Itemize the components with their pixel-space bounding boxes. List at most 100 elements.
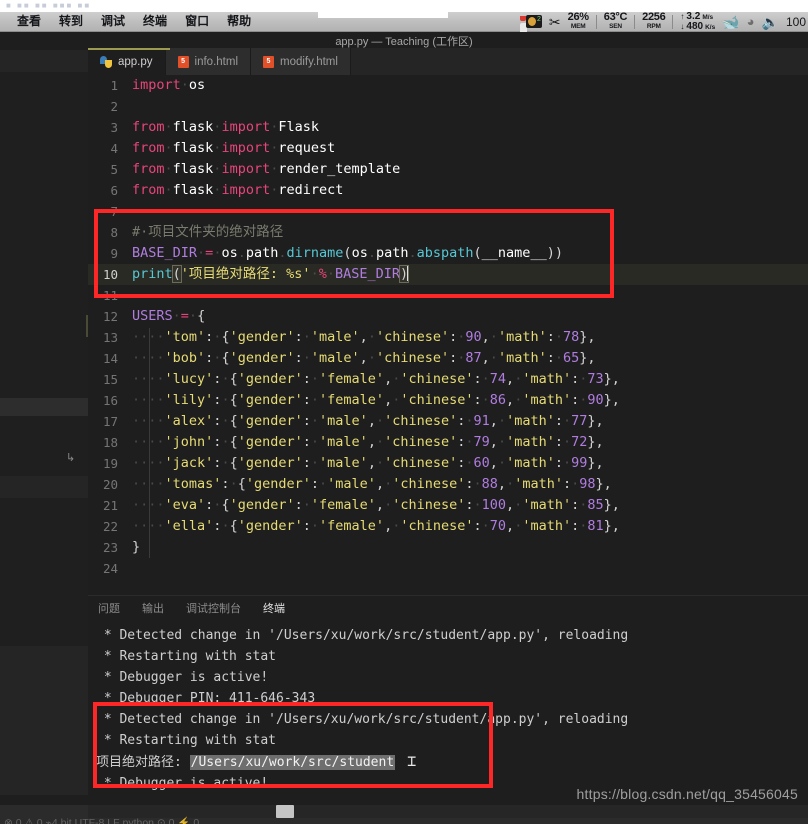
code-line[interactable]: 2: [88, 96, 808, 117]
editor-tab-app-py[interactable]: app.py: [88, 48, 166, 75]
code-token: 'chinese': [392, 497, 466, 513]
code-token: (: [343, 245, 352, 261]
menubar-clock[interactable]: 100: [786, 15, 806, 29]
code-token: ·: [310, 455, 320, 471]
code-token: ·: [497, 413, 507, 429]
code-line[interactable]: 20····'tomas':·{'gender':·'male',·'chine…: [88, 474, 808, 495]
code-line[interactable]: 4 from·flask·import·request: [88, 138, 808, 159]
code-token: USERS: [132, 308, 173, 324]
code-line[interactable]: 23}: [88, 537, 808, 558]
code-line[interactable]: 11: [88, 285, 808, 306]
code-token: 78: [563, 329, 580, 345]
scissors-icon[interactable]: ✂: [549, 15, 561, 29]
code-token: {: [221, 350, 230, 366]
code-token: 65: [563, 350, 580, 366]
fan-rpm-indicator[interactable]: 2256 RPM: [642, 11, 666, 31]
code-token: os: [188, 77, 206, 93]
code-line[interactable]: 8 #·项目文件夹的绝对路径: [88, 222, 808, 243]
editor-tab-label: info.html: [194, 55, 238, 68]
wifi-icon[interactable]: ◕: [747, 15, 755, 28]
indent-guide: [149, 328, 150, 558]
code-editor[interactable]: 1 import·os 2 3 from·flask·import·Flask 4 from…: [88, 75, 808, 595]
code-token: ·: [221, 434, 230, 450]
background-window-notch: [318, 0, 448, 12]
code-token: ,: [489, 455, 498, 471]
line-number: 6: [110, 183, 118, 198]
background-window-menu-ghost: ■ ■■ ■■ ■■■ ■■: [6, 1, 92, 10]
code-token: BASE_DIR: [334, 266, 401, 282]
code-line[interactable]: 5 from·flask·import·render_template: [88, 159, 808, 180]
code-token: ·: [164, 161, 173, 177]
code-line[interactable]: 3 from·flask·import·Flask: [88, 117, 808, 138]
menubar-item-5[interactable]: 帮助: [218, 12, 260, 31]
code-line[interactable]: 12 USERS·=·{: [88, 306, 808, 327]
code-line[interactable]: 1 import·os: [88, 75, 808, 96]
code-token: 74: [489, 371, 507, 387]
panel-tab-问题[interactable]: 问题: [96, 597, 122, 619]
menubar-notch-cut: [318, 12, 448, 18]
code-line[interactable]: 14····'bob':·{'gender':·'male',·'chinese…: [88, 348, 808, 369]
rpm-unit: RPM: [646, 23, 661, 31]
code-line[interactable]: 9 BASE_DIR·=·os.path.dirname(os.path.absp…: [88, 243, 808, 264]
code-token: 'chinese': [384, 434, 458, 450]
menubar-item-4[interactable]: 窗口: [176, 12, 218, 31]
rail-block-d: [0, 416, 88, 476]
code-token: :: [473, 518, 482, 534]
panel-tab-调试控制台[interactable]: 调试控制台: [184, 597, 243, 619]
code-token: ·: [310, 413, 320, 429]
amber-monitor-icon[interactable]: 2: [525, 15, 542, 28]
code-token: 'chinese': [375, 350, 450, 366]
editor-tab-label: app.py: [118, 55, 153, 68]
editor-tab-modify-html[interactable]: 5 modify.html: [251, 48, 351, 75]
code-line[interactable]: 7: [88, 201, 808, 222]
rail-block-a: [0, 72, 88, 330]
code-line[interactable]: 13····'tom':·{'gender':·'male',·'chinese…: [88, 327, 808, 348]
code-token: 'john': [164, 434, 214, 450]
mem-usage-indicator[interactable]: 26% MEM: [568, 12, 589, 31]
volume-icon[interactable]: 🔈: [762, 15, 779, 29]
code-line[interactable]: 15····'lucy':·{'gender':·'female',·'chin…: [88, 369, 808, 390]
line-number: 5: [110, 162, 118, 177]
terminal-output[interactable]: * Detected change in '/Users/xu/work/src…: [88, 620, 808, 796]
code-line[interactable]: 21····'eva':·{'gender':·'female',·'chine…: [88, 495, 808, 516]
docker-whale-icon[interactable]: 🐋: [722, 15, 739, 29]
panel-tab-输出[interactable]: 输出: [140, 597, 166, 619]
code-token: BASE_DIR: [132, 245, 198, 261]
code-token: ·: [310, 518, 320, 534]
rpm-value: 2256: [642, 11, 666, 24]
status-bar: ⊗ 0 ⚠ 0 ⌁4 bit UTF-8 LF python ⊙ 0 ⚡ 0: [0, 805, 808, 824]
menubar-item-0[interactable]: 查看: [8, 12, 50, 31]
code-token: ·: [554, 350, 563, 366]
code-line[interactable]: 19····'jack':·{'gender':·'male',·'chines…: [88, 453, 808, 474]
network-speed-indicator[interactable]: ↑ 3.2 M/s ↓ 480 K/s: [680, 11, 715, 32]
code-token: :: [473, 392, 482, 408]
menubar-item-1[interactable]: 转到: [50, 12, 92, 31]
code-line-source: #·项目文件夹的绝对路径: [132, 222, 808, 243]
menubar-item-2[interactable]: 调试: [92, 12, 134, 31]
code-token: ·: [164, 119, 173, 135]
sensor-temp-indicator[interactable]: 63°C SEN: [604, 12, 628, 31]
editor-tab-info-html[interactable]: 5 info.html: [165, 48, 251, 75]
code-line[interactable]: 6 from·flask·import·redirect: [88, 180, 808, 201]
code-token: ,: [481, 329, 490, 345]
code-token: 'ella': [164, 518, 214, 534]
code-token: 'male': [319, 455, 368, 471]
panel-tab-bar: 问题 输出 调试控制台 终端: [88, 596, 808, 622]
code-token: ·: [221, 518, 230, 534]
code-token: ·: [367, 329, 376, 345]
horizontal-scrollbar-thumb[interactable]: [276, 805, 294, 818]
code-line-source: ····'jack':·{'gender':·'male',·'chinese'…: [132, 453, 808, 474]
code-token: 'math': [506, 434, 555, 450]
code-line[interactable]: 18····'john':·{'gender':·'male',·'chines…: [88, 432, 808, 453]
html-file-icon: 5: [177, 55, 189, 68]
code-line[interactable]: 22····'ella':·{'gender':·'female',·'chin…: [88, 516, 808, 537]
code-line[interactable]: 16····'lily':·{'gender':·'female',·'chin…: [88, 390, 808, 411]
watermark: https://blog.csdn.net/qq_35456045: [576, 786, 798, 802]
code-line[interactable]: 24: [88, 558, 808, 579]
code-token: }: [132, 539, 141, 555]
code-token: :: [302, 392, 311, 408]
code-line[interactable]: 10 print('项目绝对路径: %s'·%·BASE_DIR): [88, 264, 808, 285]
panel-tab-终端[interactable]: 终端: [261, 597, 287, 622]
menubar-item-3[interactable]: 终端: [134, 12, 176, 31]
code-line[interactable]: 17····'alex':·{'gender':·'male',·'chines…: [88, 411, 808, 432]
